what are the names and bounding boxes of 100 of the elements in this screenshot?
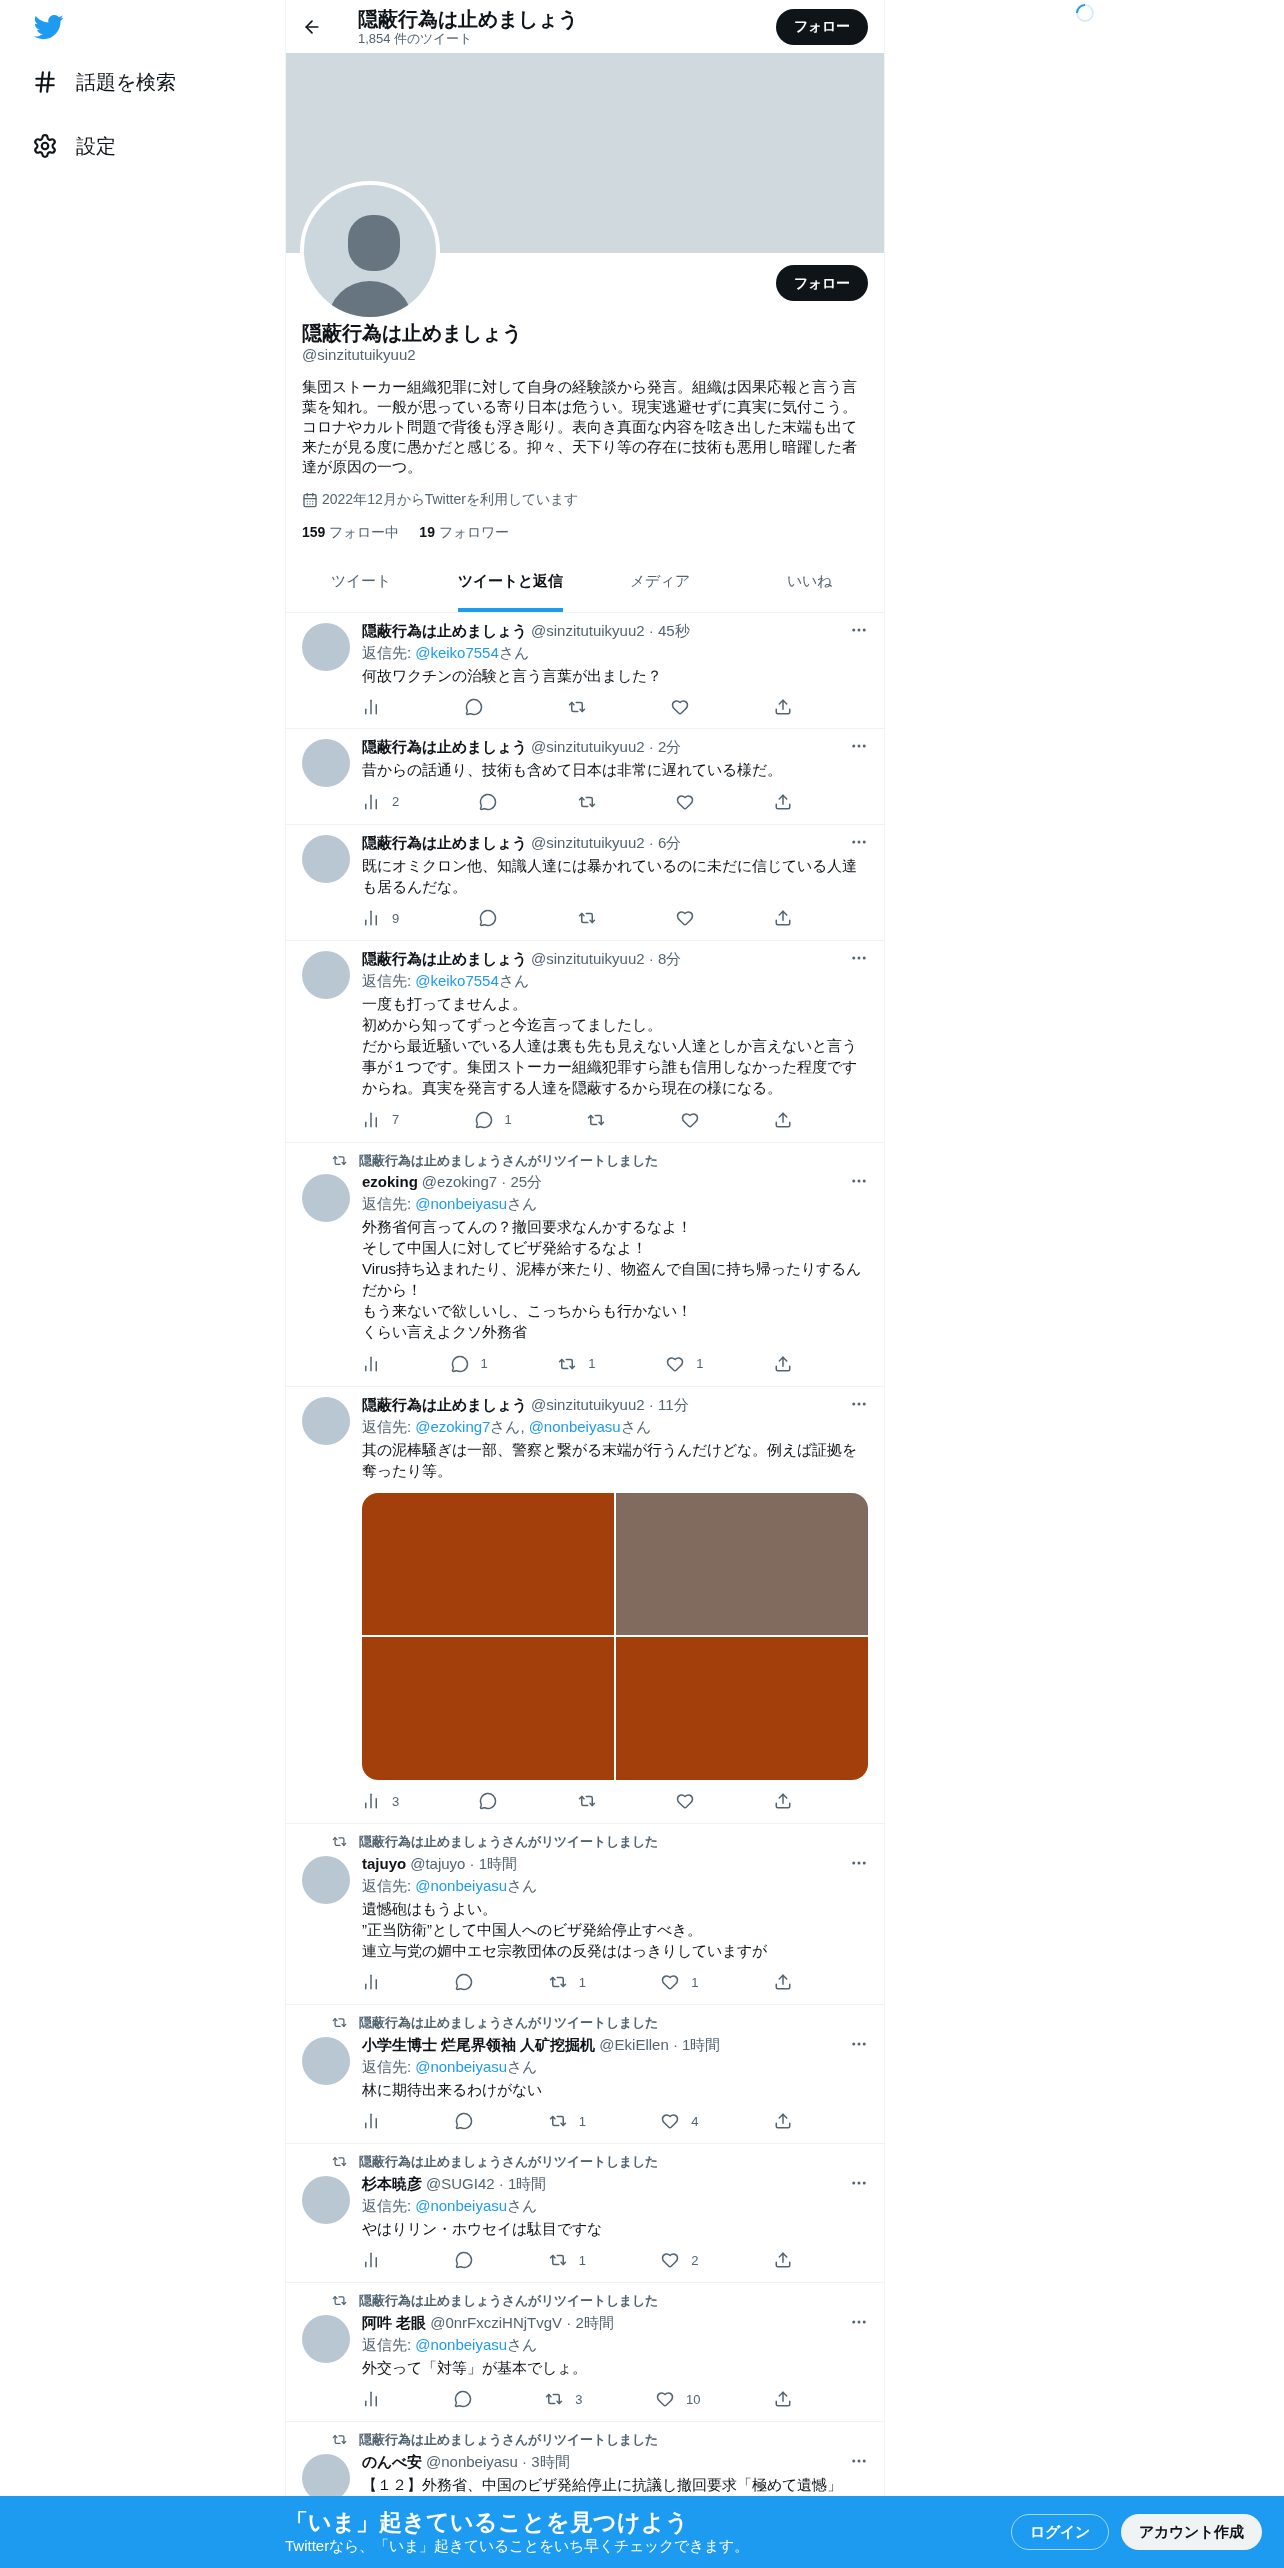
- views-chart-icon[interactable]: [362, 1354, 380, 1373]
- share-icon[interactable]: [773, 1110, 792, 1129]
- sidebar-item[interactable]: 設定: [32, 126, 285, 166]
- reply-suffix: さん: [507, 2056, 538, 2077]
- like-icon[interactable]: [675, 1792, 694, 1811]
- following-label: フォロー中: [329, 523, 400, 542]
- views-chart-icon[interactable]: [362, 2390, 380, 2409]
- profile-tab[interactable]: メディア: [629, 555, 690, 612]
- like-icon[interactable]: [661, 2251, 680, 2270]
- tweet-text-line: だから最近騒いでいる人達は裏も先も見えない人達としか言えないと言う事が１つです。集団ストーカー組織犯罪すら誰も信用しなかった程度ですからね。真実を発言する人達を隠蔽するから現在の様になる。: [362, 1036, 858, 1098]
- reply-icon[interactable]: [479, 1792, 498, 1811]
- reply-icon[interactable]: [474, 1110, 493, 1129]
- follow-button[interactable]: フォロー: [776, 8, 868, 45]
- tweet-text-line: 連立与党の媚中エセ宗教団体の反発ははっきりしていますが: [362, 1940, 768, 1961]
- views-chart-icon[interactable]: [362, 1973, 380, 1992]
- share-icon[interactable]: [773, 1973, 792, 1992]
- banner-title: 「いま」起きていることを見つけよう: [285, 2508, 690, 2536]
- tweet-text-line: ”正当防衛”として中国人へのビザ発給停止すべき。: [362, 1919, 703, 1940]
- tweet-author-name[interactable]: 隠蔽行為は止めましょう: [362, 1394, 527, 1415]
- bird-logo-icon[interactable]: [34, 12, 64, 42]
- reply-icon[interactable]: [450, 1354, 469, 1373]
- views-chart-icon[interactable]: [362, 909, 380, 928]
- sidebar-item[interactable]: 話題を検索: [32, 62, 285, 102]
- reply-icon[interactable]: [479, 792, 498, 811]
- action-count: 2: [392, 793, 400, 811]
- share-icon[interactable]: [773, 2112, 792, 2131]
- tweet-handle-time: @SUGI42 · 1時間: [426, 2173, 547, 2194]
- action-count: 1: [691, 1973, 699, 1992]
- reply-suffix: さん: [498, 971, 529, 991]
- tweet-author-name[interactable]: 隠蔽行為は止めましょう: [362, 621, 527, 641]
- share-icon[interactable]: [774, 909, 792, 928]
- hashtag-icon: [32, 69, 58, 95]
- reply-suffix: さん: [507, 1875, 538, 1896]
- following-count: 159: [302, 523, 326, 542]
- tweet-author-name[interactable]: 隠蔽行為は止めましょう: [362, 737, 527, 757]
- tweet-text: 其の泥棒騒ぎは一部、警察と繋がる末端が行うんだけどな。例えば証拠を奪ったり等。: [362, 1439, 858, 1481]
- tweet-author-name[interactable]: 小学生博士 烂尾界领袖 人矿挖掘机: [362, 2034, 596, 2055]
- views-chart-icon[interactable]: [362, 2251, 380, 2270]
- action-count: 7: [392, 1111, 400, 1129]
- views-chart-icon[interactable]: [362, 698, 380, 716]
- reply-icon[interactable]: [465, 698, 483, 716]
- reply-suffix: さん: [507, 2195, 538, 2216]
- tweet-text: 外交って「対等」が基本でしょ。: [362, 2357, 588, 2378]
- reply-suffix: さん,: [490, 1416, 525, 1437]
- tweet-author-name[interactable]: 隠蔽行為は止めましょう: [362, 832, 527, 853]
- reply-icon[interactable]: [479, 909, 498, 928]
- tweet-author-name[interactable]: 杉本暁彦: [362, 2173, 422, 2194]
- like-icon[interactable]: [680, 1110, 699, 1129]
- tweet-text: 既にオミクロン他、知識人達には暴かれているのに未だに信じている人達も居るんだな。: [362, 855, 858, 897]
- like-icon[interactable]: [675, 792, 694, 811]
- follow-button[interactable]: フォロー: [776, 265, 868, 301]
- signup-button[interactable]: アカウント作成: [1121, 2514, 1262, 2550]
- share-icon[interactable]: [774, 1792, 792, 1811]
- reply-icon[interactable]: [455, 2112, 474, 2131]
- retweeted-by-label: 隠蔽行為は止めましょうさんがリツイートしました: [359, 2014, 658, 2032]
- share-icon[interactable]: [774, 698, 792, 716]
- reply-label: 返信先:: [362, 1194, 412, 1214]
- like-icon[interactable]: [661, 2112, 680, 2131]
- banner-subtitle: Twitterなら、「いま」起きていることをいち早くチェックできます。: [285, 2536, 751, 2556]
- tweet-author-name[interactable]: ezoking: [362, 1172, 418, 1192]
- tweet-text: 昔からの話通り、技術も含めて日本は非常に遅れている様だ。: [362, 760, 783, 780]
- reply-label: 返信先:: [362, 1416, 412, 1437]
- profile-tab[interactable]: ツイート: [330, 555, 391, 612]
- like-icon[interactable]: [655, 2390, 674, 2409]
- tweet-text: 何故ワクチンの治験と言う言葉が出ました？: [362, 666, 663, 686]
- share-icon[interactable]: [774, 792, 792, 811]
- share-icon[interactable]: [773, 1354, 792, 1373]
- like-icon[interactable]: [671, 698, 689, 716]
- reply-icon[interactable]: [455, 1973, 474, 1992]
- tweet-author-name[interactable]: 隠蔽行為は止めましょう: [362, 949, 527, 969]
- action-count: 3: [575, 2390, 583, 2409]
- tweet-text-line: 外務省何言ってんの？撤回要求なんかするなよ！: [362, 1217, 693, 1237]
- header-title: 隠蔽行為は止めましょう: [358, 6, 579, 31]
- tweet-text-line: 初めから知ってずっと今迄言ってましたし。: [362, 1015, 663, 1035]
- profile-tab[interactable]: いいね: [786, 555, 832, 612]
- share-icon[interactable]: [773, 2251, 792, 2270]
- like-icon[interactable]: [666, 1354, 685, 1373]
- retweeted-by-label: 隠蔽行為は止めましょうさんがリツイートしました: [359, 1151, 658, 1170]
- views-chart-icon[interactable]: [362, 1110, 380, 1129]
- following-link[interactable]: 159 フォロー中: [302, 522, 400, 543]
- tweet-author-name[interactable]: tajuyo: [362, 1853, 407, 1874]
- retweeted-by-label: 隠蔽行為は止めましょうさんがリツイートしました: [359, 1833, 658, 1851]
- views-chart-icon[interactable]: [362, 792, 380, 811]
- followers-link[interactable]: 19 フォロワー: [419, 522, 509, 543]
- reply-label: 返信先:: [362, 1875, 412, 1896]
- reply-icon[interactable]: [455, 2251, 474, 2270]
- tweet-text-line: そして中国人に対してビザ発給するなよ！: [362, 1238, 648, 1258]
- views-chart-icon[interactable]: [362, 1792, 380, 1811]
- like-icon[interactable]: [675, 909, 694, 928]
- like-icon[interactable]: [661, 1973, 680, 1992]
- tweet-author-name[interactable]: 阿吽 老眼: [362, 2312, 427, 2333]
- tweet-author-name[interactable]: のんべ安: [362, 2451, 422, 2472]
- tweet-handle-time: @EkiEllen · 1時間: [599, 2034, 721, 2055]
- tweet-handle-time: @ezoking7 · 25分: [421, 1172, 543, 1192]
- profile-tab[interactable]: ツイートと返信: [457, 555, 563, 612]
- share-icon[interactable]: [773, 2390, 792, 2409]
- profile-name: 隠蔽行為は止めましょう: [302, 321, 523, 345]
- action-count: 1: [480, 1355, 488, 1373]
- reply-icon[interactable]: [453, 2390, 472, 2409]
- views-chart-icon[interactable]: [362, 2112, 380, 2131]
